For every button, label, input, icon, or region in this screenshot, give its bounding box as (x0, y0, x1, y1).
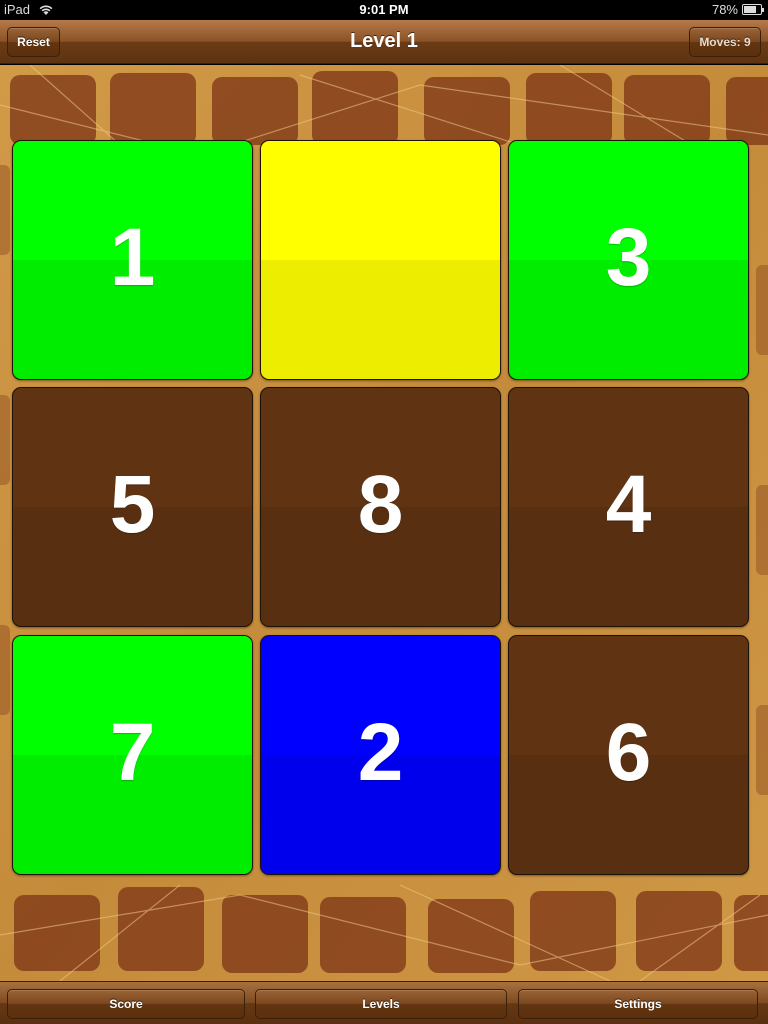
puzzle-tile[interactable]: 8 (260, 387, 501, 627)
status-bar: iPad 9:01 PM 78% (0, 0, 768, 20)
battery-percent: 78% (711, 2, 738, 17)
levels-button[interactable]: Levels (255, 989, 507, 1019)
tile-number: 1 (109, 212, 156, 303)
moves-counter-button[interactable]: Moves: 9 (689, 27, 761, 57)
puzzle-tile[interactable]: 5 (12, 387, 253, 627)
tile-number (261, 141, 500, 379)
tile-number: 6 (605, 707, 652, 798)
tile-number: 2 (357, 707, 404, 798)
level-title: Level 1 (350, 30, 418, 52)
bottom-toolbar: Score Levels Settings (0, 981, 768, 1024)
puzzle-tile-empty[interactable] (260, 140, 501, 380)
top-toolbar: Reset Level 1 Moves: 9 (0, 20, 768, 64)
puzzle-tile[interactable]: 7 (12, 635, 253, 875)
tile-number: 5 (109, 459, 156, 550)
tile-number: 8 (357, 459, 404, 550)
tile-number: 4 (605, 459, 652, 550)
settings-button[interactable]: Settings (518, 989, 758, 1019)
tile-number: 7 (109, 707, 156, 798)
score-button[interactable]: Score (7, 989, 245, 1019)
tile-number: 3 (605, 212, 652, 303)
puzzle-tile[interactable]: 4 (508, 387, 749, 627)
puzzle-tile[interactable]: 6 (508, 635, 749, 875)
battery-icon (742, 4, 764, 15)
puzzle-tile[interactable]: 1 (12, 140, 253, 380)
puzzle-tile[interactable]: 2 (260, 635, 501, 875)
status-time: 9:01 PM (359, 2, 409, 17)
puzzle-tile[interactable]: 3 (508, 140, 749, 380)
